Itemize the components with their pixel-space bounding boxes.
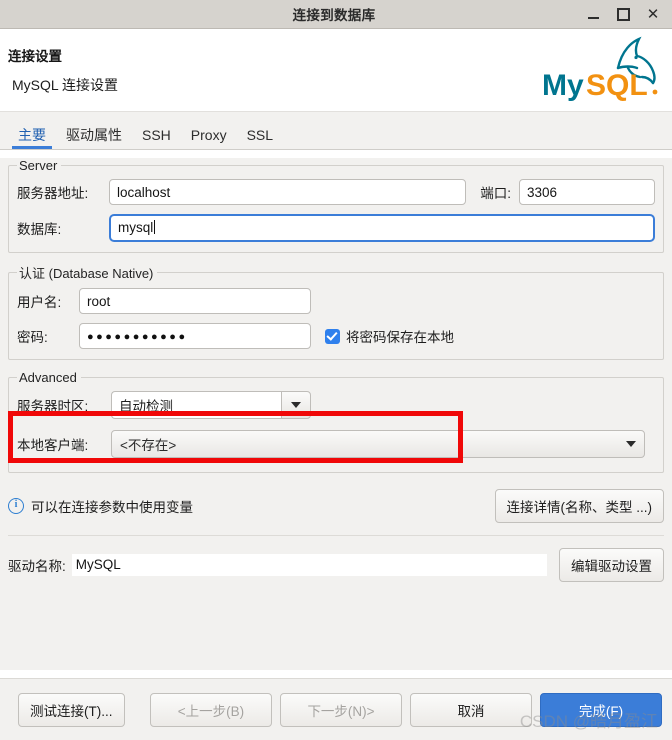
tab-ssh[interactable]: SSH — [132, 128, 181, 149]
finish-button[interactable]: 完成(F) — [540, 692, 662, 727]
info-text: 可以在连接参数中使用变量 — [31, 500, 193, 515]
connection-details-button[interactable]: 连接详情(名称、类型 ...) — [494, 489, 664, 523]
local-client-combobox[interactable]: <不存在> — [111, 430, 645, 458]
timezone-label: 服务器时区: — [17, 399, 89, 414]
password-row: 密码: ●●●●●●●●●●● 将密码保存在本地 — [17, 323, 655, 349]
window-controls: ✕ — [578, 1, 672, 27]
save-password-checkbox[interactable]: 将密码保存在本地 — [325, 326, 454, 346]
server-group: Server 服务器地址: localhost 端口: 3306 数据库: my… — [8, 158, 664, 253]
driver-row: 驱动名称: MySQL 编辑驱动设置 — [8, 548, 664, 582]
host-input[interactable]: localhost — [109, 179, 467, 205]
timezone-dropdown-button[interactable] — [281, 391, 311, 419]
tab-main[interactable]: 主要 — [8, 128, 56, 149]
chevron-down-icon — [291, 402, 301, 408]
minimize-icon[interactable] — [578, 1, 608, 27]
username-label: 用户名: — [17, 295, 62, 310]
advanced-group-legend: Advanced — [19, 370, 77, 385]
timezone-row: 服务器时区: 自动检测 — [17, 391, 655, 419]
tab-bar: 主要 驱动属性 SSH Proxy SSL — [0, 112, 672, 150]
cancel-button[interactable]: 取消 — [410, 692, 532, 727]
host-label: 服务器地址: — [17, 186, 89, 201]
database-label: 数据库: — [17, 222, 62, 237]
window-title: 连接到数据库 — [292, 8, 376, 23]
host-row: 服务器地址: localhost 端口: 3306 — [17, 179, 655, 205]
page-title: 连接设置 — [8, 49, 62, 64]
username-row: 用户名: root — [17, 288, 655, 314]
tab-ssl[interactable]: SSL — [237, 128, 283, 149]
local-client-row: 本地客户端: <不存在> — [17, 430, 655, 458]
server-group-legend: Server — [19, 158, 58, 173]
tab-proxy[interactable]: Proxy — [181, 128, 237, 149]
auth-group-legend: 认证 (Database Native) — [19, 266, 154, 281]
dialog-header: 连接设置 MySQL 连接设置 My SQL — [0, 29, 672, 112]
checkbox-checked-icon — [325, 328, 340, 344]
svg-text:My: My — [542, 69, 584, 102]
back-button[interactable]: <上一步(B) — [150, 692, 272, 727]
page-subtitle: MySQL 连接设置 — [12, 77, 119, 93]
dialog-footer: 测试连接(T)... <上一步(B) 下一步(N)> 取消 完成(F) — [0, 678, 672, 740]
password-label: 密码: — [17, 330, 48, 345]
local-client-value: <不存在> — [120, 438, 177, 453]
test-connection-button[interactable]: 测试连接(T)... — [18, 692, 125, 727]
maximize-icon[interactable] — [608, 1, 638, 27]
advanced-group: Advanced 服务器时区: 自动检测 本地客户端: <不存在> — [8, 370, 664, 473]
next-button[interactable]: 下一步(N)> — [280, 692, 402, 727]
info-icon: i — [8, 498, 24, 514]
database-input-value: mysql — [118, 220, 154, 235]
save-password-label: 将密码保存在本地 — [346, 330, 454, 345]
window-titlebar: 连接到数据库 ✕ — [0, 0, 672, 29]
divider — [8, 535, 664, 536]
port-label: 端口: — [480, 186, 511, 201]
driver-name-value: MySQL — [71, 554, 547, 576]
timezone-value: 自动检测 — [111, 391, 281, 419]
database-input[interactable]: mysql — [109, 214, 655, 242]
edit-driver-settings-button[interactable]: 编辑驱动设置 — [559, 548, 664, 582]
tab-driver-properties[interactable]: 驱动属性 — [56, 128, 132, 149]
info-message: i 可以在连接参数中使用变量 — [8, 496, 193, 516]
settings-panel: Server 服务器地址: localhost 端口: 3306 数据库: my… — [0, 158, 672, 670]
text-caret — [154, 220, 156, 234]
local-client-label: 本地客户端: — [17, 438, 89, 453]
timezone-combobox[interactable]: 自动检测 — [111, 391, 311, 419]
password-input[interactable]: ●●●●●●●●●●● — [79, 323, 311, 349]
auth-group: 认证 (Database Native) 用户名: root 密码: ●●●●●… — [8, 263, 664, 360]
chevron-down-icon — [626, 441, 636, 447]
mysql-logo-icon: My SQL — [542, 36, 658, 102]
info-row: i 可以在连接参数中使用变量 连接详情(名称、类型 ...) — [8, 489, 664, 523]
port-input[interactable]: 3306 — [519, 179, 655, 205]
driver-name-label: 驱动名称: — [8, 559, 66, 574]
username-input[interactable]: root — [79, 288, 311, 314]
database-row: 数据库: mysql — [17, 214, 655, 242]
close-icon[interactable]: ✕ — [638, 1, 668, 27]
svg-text:SQL: SQL — [586, 69, 648, 102]
